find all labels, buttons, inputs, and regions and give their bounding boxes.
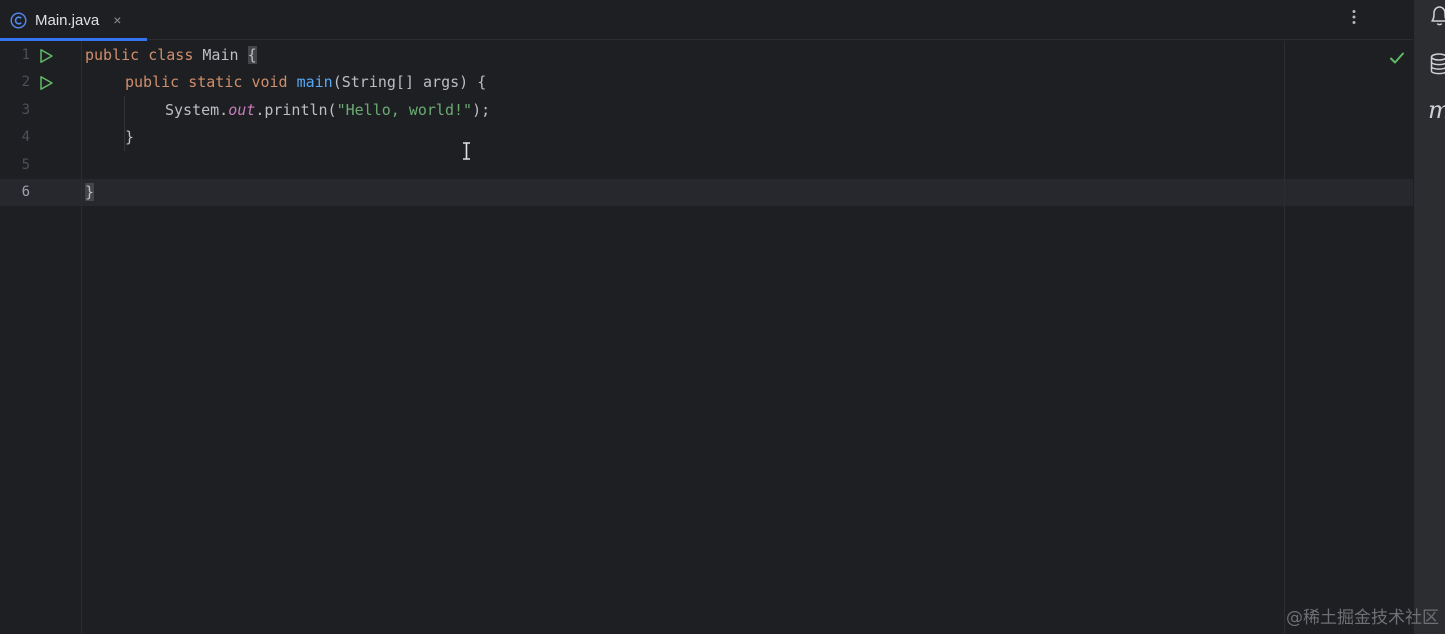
database-icon[interactable] bbox=[1428, 52, 1445, 76]
no-problems-check-icon[interactable] bbox=[1388, 49, 1406, 67]
call-end: ); bbox=[472, 101, 491, 119]
keyword: public bbox=[125, 73, 180, 91]
code-line-1[interactable]: public class Main { bbox=[85, 42, 257, 69]
line-number-current: 6 bbox=[21, 184, 30, 200]
class-ref: System. bbox=[165, 101, 229, 119]
class-name: Main bbox=[202, 46, 239, 64]
current-line-highlight bbox=[0, 179, 1413, 206]
method-name: main bbox=[296, 73, 333, 91]
notifications-bell-icon[interactable] bbox=[1428, 4, 1445, 28]
close-tab-icon[interactable]: × bbox=[113, 13, 121, 27]
matched-brace: } bbox=[85, 183, 95, 201]
code-editor[interactable]: 1 2 3 4 5 6 public class Main { public s… bbox=[0, 41, 1413, 634]
line-number: 5 bbox=[21, 157, 30, 173]
keyword: static bbox=[188, 73, 243, 91]
string-literal: "Hello, world!" bbox=[336, 101, 473, 119]
matched-brace: { bbox=[247, 46, 257, 64]
editor-tab-bar: Main.java × bbox=[0, 0, 1413, 41]
keyword: class bbox=[148, 46, 194, 64]
code-line-2[interactable]: public static void main(String[] args) { bbox=[125, 69, 486, 96]
more-vertical-icon[interactable] bbox=[1343, 6, 1365, 28]
keyword: public bbox=[85, 46, 140, 64]
line-number: 4 bbox=[21, 129, 30, 145]
run-main-icon[interactable] bbox=[38, 75, 54, 91]
code-line-3[interactable]: System.out.println("Hello, world!"); bbox=[165, 97, 490, 124]
line-number: 1 bbox=[21, 47, 30, 63]
tab-main-java[interactable]: Main.java × bbox=[0, 0, 147, 41]
method-call: .println( bbox=[255, 101, 337, 119]
tab-label: Main.java bbox=[35, 11, 100, 29]
java-class-icon bbox=[10, 11, 27, 29]
static-field: out bbox=[228, 101, 256, 119]
code-line-4[interactable]: } bbox=[125, 124, 134, 151]
maven-icon[interactable]: m bbox=[1428, 98, 1445, 122]
text-cursor-icon bbox=[463, 142, 470, 160]
editor-gutter[interactable]: 1 2 3 4 5 6 bbox=[0, 41, 82, 634]
line-number: 3 bbox=[21, 102, 30, 118]
keyword: void bbox=[251, 73, 288, 91]
line-number: 2 bbox=[21, 74, 30, 90]
watermark: @稀土掘金技术社区 bbox=[1286, 608, 1439, 628]
right-tool-strip: m bbox=[1413, 0, 1445, 634]
code-line-6[interactable]: } bbox=[85, 179, 95, 206]
right-margin-guide bbox=[1284, 41, 1285, 634]
method-params: (String[] args) { bbox=[332, 73, 487, 91]
closing-brace: } bbox=[125, 128, 135, 146]
run-class-icon[interactable] bbox=[38, 48, 54, 64]
